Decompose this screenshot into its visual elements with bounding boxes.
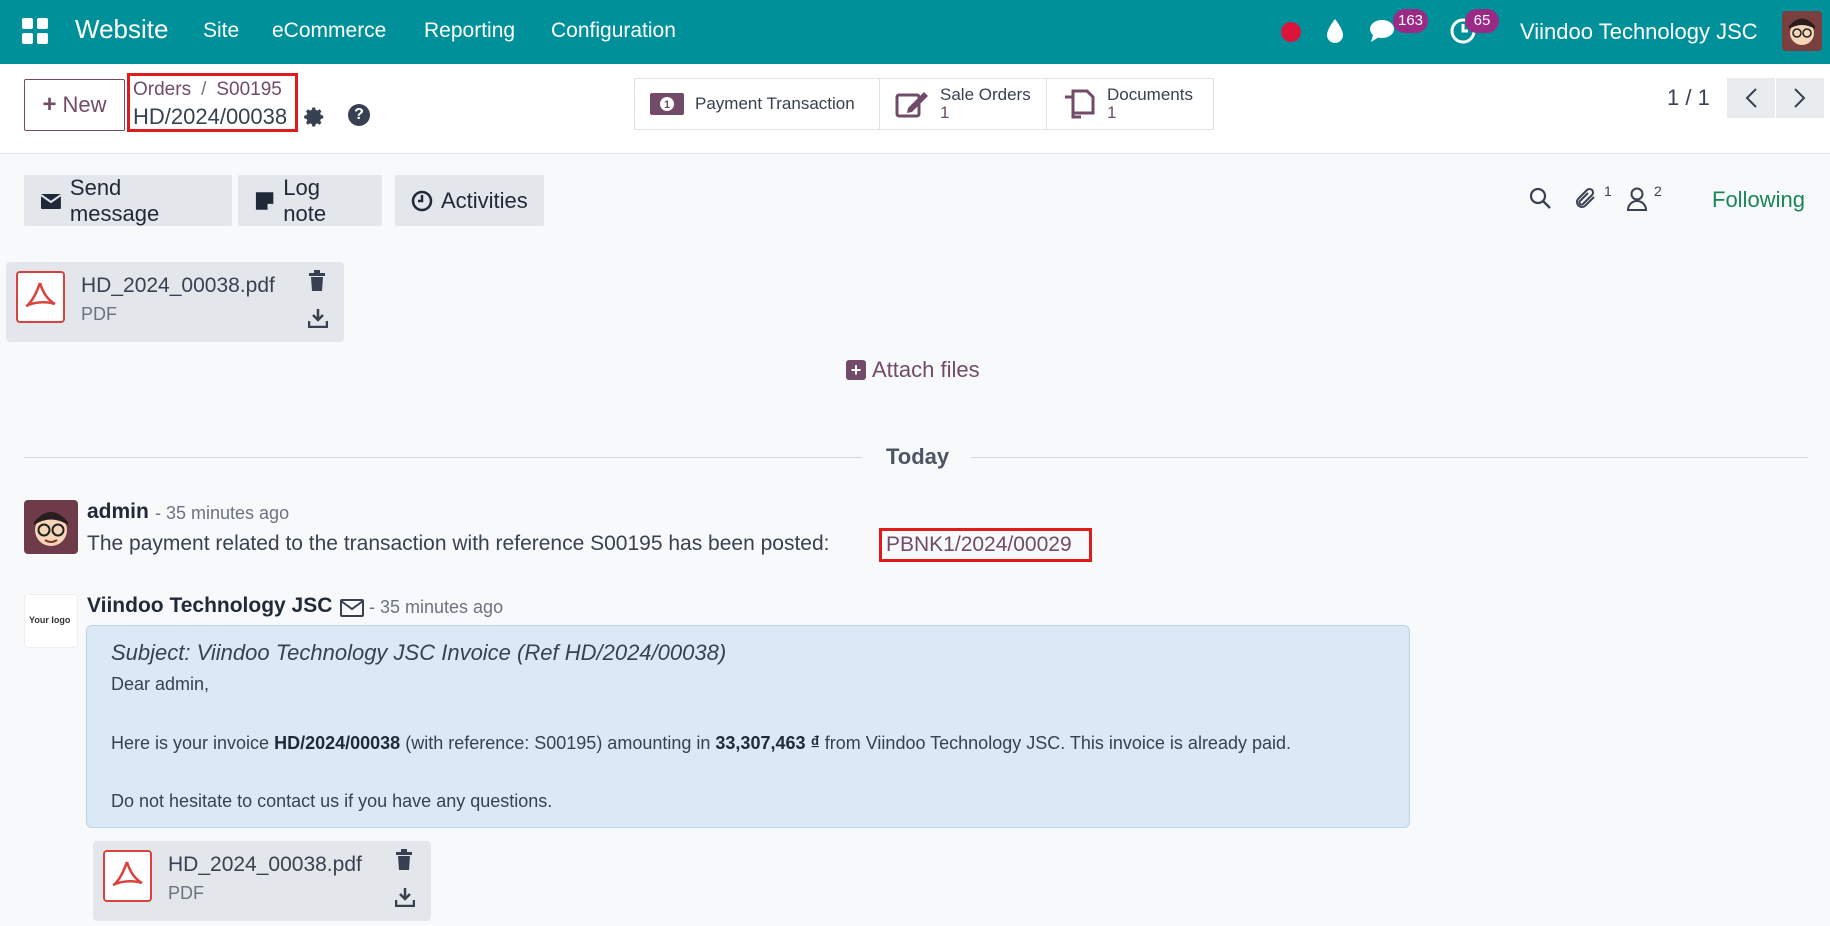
new-label: New [62,92,107,117]
help-icon[interactable]: ? [348,104,370,126]
menu-reporting[interactable]: Reporting [424,19,515,43]
sale-orders-count: 1 [940,103,950,122]
sale-orders-button[interactable]: Sale Orders 1 [880,79,1047,129]
plus-square-icon: + [846,360,866,380]
attach-files-button[interactable]: + Attach files [846,357,980,383]
email-subject: Subject: Viindoo Technology JSC Invoice … [111,640,727,665]
company-switcher[interactable]: Viindoo Technology JSC [1520,19,1758,45]
svg-text:1: 1 [664,99,670,111]
following-button[interactable]: Following [1712,187,1805,213]
app-title[interactable]: Website [75,14,168,45]
top-navbar: Website Site eCommerce Reporting Configu… [0,0,1830,64]
documents-label: Documents [1107,85,1193,104]
attachment-card[interactable]: HD_2024_00038.pdf PDF [93,841,431,921]
breadcrumb: Orders / S00195 HD/2024/00038 [127,73,298,132]
record-title: HD/2024/00038 [133,104,288,129]
breadcrumb-order[interactable]: S00195 [216,79,282,100]
divider-right [971,457,1808,458]
envelope-icon [340,599,364,617]
admin-avatar[interactable] [24,500,78,554]
menu-site[interactable]: Site [203,19,239,43]
smart-buttons: 1 Payment Transaction Sale Orders 1 Docu… [634,78,1214,130]
attachments-count: 1 [1604,183,1612,199]
message-author[interactable]: admin [87,500,149,524]
envelope-icon [40,193,62,209]
user-icon[interactable] [1626,186,1648,212]
attach-files-label: Attach files [872,357,980,382]
note-icon [255,191,274,210]
trash-icon[interactable] [395,849,413,871]
activities-label: Activities [441,187,528,213]
payment-link[interactable]: PBNK1/2024/00029 [886,533,1072,557]
message-time: - 35 minutes ago [155,503,290,523]
invoice-prefix: Here is your invoice [111,733,270,753]
edit-icon [895,92,928,118]
control-panel: + New Orders / S00195 HD/2024/00038 ? 1 Pa… [0,64,1830,154]
drop-icon[interactable] [1325,18,1345,44]
invoice-mid: (with reference: S00195) amounting in [405,733,711,753]
attachment-name: HD_2024_00038.pdf [168,853,362,876]
payment-link-highlight: PBNK1/2024/00029 [879,528,1092,562]
send-message-button[interactable]: Send message [24,175,232,226]
followers-count: 2 [1654,183,1662,199]
payment-transaction-button[interactable]: 1 Payment Transaction [635,79,880,129]
breadcrumb-separator: / [201,79,207,100]
activities-button[interactable]: Activities [395,175,544,226]
invoice-suffix: from Viindoo Technology JSC. This invoic… [824,733,1292,753]
breadcrumb-orders[interactable]: Orders [133,79,191,100]
sale-orders-label: Sale Orders [940,85,1031,104]
activities-badge: 65 [1465,9,1499,33]
message-time: - 35 minutes ago [369,597,504,617]
documents-icon [1065,89,1095,119]
log-note-label: Log note [283,174,327,226]
download-icon[interactable] [395,887,415,907]
log-note-button[interactable]: Log note [238,175,382,226]
company-logo-avatar[interactable]: Your logo [24,594,78,648]
plus-icon: + [42,91,57,118]
download-icon[interactable] [308,308,328,328]
trash-icon[interactable] [308,270,326,292]
invoice-amount: 33,307,463 ₫ [715,733,820,753]
search-icon[interactable] [1528,186,1552,210]
date-separator: Today [886,444,950,469]
gear-icon[interactable] [304,106,326,128]
send-message-label: Send message [69,174,160,226]
recording-indicator-icon[interactable] [1281,22,1301,42]
divider-left [24,457,862,458]
email-invoice-line: Here is your invoice HD/2024/00038 (with… [111,733,1291,754]
email-message: Subject: Viindoo Technology JSC Invoice … [86,625,1410,828]
message-body: The payment related to the transaction w… [87,532,830,555]
documents-button[interactable]: Documents 1 [1047,79,1213,129]
messages-badge: 163 [1393,9,1429,33]
chevron-left-icon [1745,88,1757,108]
pager-value[interactable]: 1 / 1 [1667,85,1710,111]
email-greeting: Dear admin, [111,674,210,694]
paperclip-icon[interactable] [1574,186,1600,212]
pager-next-button[interactable] [1776,78,1824,118]
attachment-card[interactable]: HD_2024_00038.pdf PDF [6,262,344,342]
pager-previous-button[interactable] [1727,78,1775,118]
chevron-right-icon [1794,88,1806,108]
email-closing: Do not hesitate to contact us if you hav… [111,791,553,811]
message-author[interactable]: Viindoo Technology JSC [87,594,332,618]
apps-menu-icon[interactable] [22,18,48,44]
new-button[interactable]: + New [24,79,125,131]
clock-icon [411,190,433,211]
money-icon: 1 [650,93,684,115]
pdf-icon [16,271,65,323]
attachment-type: PDF [168,883,204,903]
pdf-icon [103,850,152,902]
attachment-name: HD_2024_00038.pdf [81,274,275,297]
user-avatar[interactable] [1782,11,1822,51]
invoice-ref: HD/2024/00038 [274,733,401,753]
logo-text: Your logo [29,615,71,625]
attachment-type: PDF [81,304,117,324]
documents-count: 1 [1107,103,1117,122]
menu-ecommerce[interactable]: eCommerce [272,19,386,43]
payment-transaction-label: Payment Transaction [695,94,855,113]
menu-configuration[interactable]: Configuration [551,19,676,43]
